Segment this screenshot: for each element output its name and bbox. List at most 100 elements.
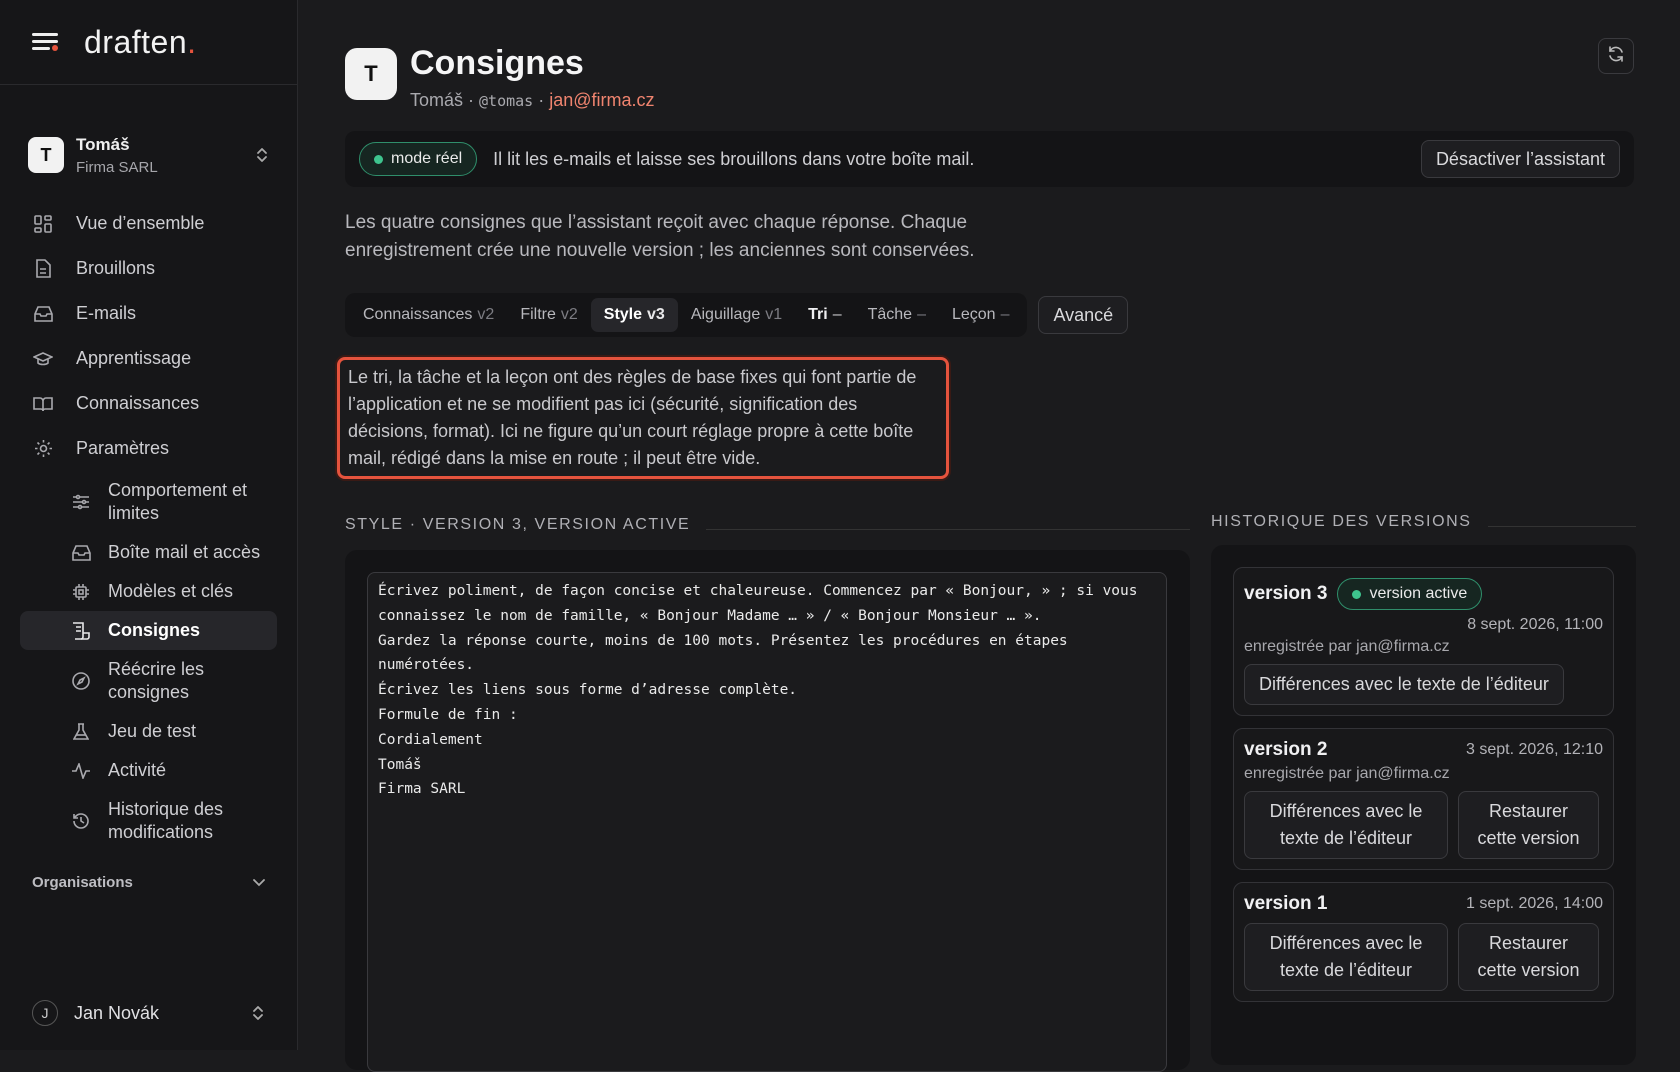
sidebar-item-label: Modèles et clés — [108, 581, 234, 601]
tab-version: v3 — [647, 306, 665, 323]
version-name: version 1 — [1244, 893, 1328, 914]
tab-version: v1 — [765, 306, 783, 323]
organisations-label: Organisations — [32, 874, 133, 891]
chip-icon — [70, 581, 92, 603]
page-description: Les quatre consignes que l’assistant reç… — [345, 212, 975, 261]
sidebar-item-settings[interactable]: Paramètres — [20, 426, 277, 471]
inbox-icon — [32, 303, 54, 325]
editor-heading: STYLE · VERSION 3, VERSION ACTIVE — [345, 516, 1190, 534]
sidebar-subitem-testset[interactable]: Jeu de test — [20, 712, 277, 751]
tab-sorting[interactable]: Tri – — [795, 298, 854, 332]
menu-icon[interactable] — [32, 31, 60, 53]
restore-button[interactable]: Restaurer cette version — [1458, 923, 1599, 991]
sidebar-item-label: Connaissances — [76, 393, 200, 413]
page-subtitle: Tomáš · @tomas · jan@firma.cz — [410, 90, 655, 111]
tab-label: Aiguillage — [690, 306, 761, 323]
refresh-button[interactable] — [1598, 38, 1634, 74]
header-name: Tomáš — [410, 90, 464, 110]
sidebar-subitem-rewrite[interactable]: Réécrire les consignes — [20, 650, 277, 712]
sidebar-item-emails[interactable]: E-mails — [20, 291, 277, 336]
compass-icon — [70, 670, 92, 692]
tab-label: Style — [603, 306, 643, 323]
sidebar-item-label: Boîte mail et accès — [108, 542, 261, 562]
sidebar-subitem-models[interactable]: Modèles et clés — [20, 572, 277, 611]
workspace-name: Tomáš — [76, 134, 130, 154]
sidebar-item-label: Brouillons — [76, 258, 156, 278]
badge-label: version active — [1369, 585, 1468, 602]
mode-banner: mode réel Il lit les e-mails et laisse s… — [345, 131, 1634, 187]
sidebar-subitem-activity[interactable]: Activité — [20, 751, 277, 790]
sidebar-subitem-mailbox[interactable]: Boîte mail et accès — [20, 533, 277, 572]
tab-routing[interactable]: Aiguillage v1 — [678, 298, 795, 332]
document-icon — [32, 258, 54, 280]
sidebar-item-label: Consignes — [108, 620, 201, 640]
tab-knowledge[interactable]: Connaissances v2 — [350, 298, 507, 332]
version-item: version 3 version active 8 sept. 2026, 1… — [1233, 567, 1614, 716]
version-date: 1 sept. 2026, 14:00 — [1466, 895, 1603, 912]
sidebar-item-knowledge[interactable]: Connaissances — [20, 381, 277, 426]
page-header: T Consignes Tomáš · @tomas · jan@firma.c… — [345, 44, 1680, 111]
disable-assistant-button[interactable]: Désactiver l’assistant — [1420, 140, 1620, 178]
tab-task[interactable]: Tâche – — [855, 298, 939, 332]
chevron-updown-icon — [251, 1004, 265, 1022]
refresh-icon — [1607, 45, 1625, 68]
tab-style[interactable]: Style v3 — [590, 298, 678, 332]
sidebar-item-label: Vue d’ensemble — [76, 213, 205, 233]
sidebar-item-label: Comportement et limites — [108, 480, 248, 523]
history-heading: HISTORIQUE DES VERSIONS — [1211, 513, 1636, 531]
instruction-editor[interactable]: Écrivez poliment, de façon concise et ch… — [367, 572, 1167, 1072]
diff-button[interactable]: Différences avec le texte de l’éditeur — [1244, 923, 1448, 991]
sidebar-subitem-behavior[interactable]: Comportement et limites — [20, 471, 277, 533]
diff-button[interactable]: Différences avec le texte de l’éditeur — [1244, 664, 1564, 705]
diff-button[interactable]: Différences avec le texte de l’éditeur — [1244, 791, 1448, 859]
chevron-down-icon — [253, 874, 265, 891]
scroll-text-icon — [70, 620, 92, 642]
sidebar-item-drafts[interactable]: Brouillons — [20, 246, 277, 291]
editor-card: Écrivez poliment, de façon concise et ch… — [345, 550, 1190, 1072]
restore-button[interactable]: Restaurer cette version — [1458, 791, 1599, 859]
history-icon — [70, 810, 92, 832]
tab-version: – — [917, 306, 926, 323]
user-name: Jan Novák — [74, 1002, 160, 1023]
version-history-card: version 3 version active 8 sept. 2026, 1… — [1211, 545, 1636, 1065]
divider — [706, 528, 1190, 530]
tab-filter[interactable]: Filtre v2 — [507, 298, 590, 332]
workspace-switcher[interactable]: T Tomáš Firma SARL — [0, 85, 297, 195]
sidebar: draften. T Tomáš Firma SARL Vue d’ensemb… — [0, 0, 298, 1050]
dashboard-icon — [32, 213, 54, 235]
advanced-button[interactable]: Avancé — [1038, 296, 1129, 334]
tab-label: Tri — [808, 306, 828, 323]
tab-version: v2 — [477, 306, 495, 323]
brand-bar: draften. — [0, 0, 297, 85]
sidebar-subitem-instructions[interactable]: Consignes — [20, 611, 277, 650]
tabs-row: Connaissances v2 Filtre v2 Style v3 Aiguill… — [345, 293, 1680, 337]
sidebar-item-label: Réécrire les consignes — [108, 659, 205, 702]
logo[interactable]: draften. — [84, 24, 197, 61]
page-avatar: T — [345, 48, 397, 100]
sidebar-nav: Vue d’ensemble Brouillons E-mails Appren… — [0, 201, 297, 852]
user-avatar: J — [32, 1000, 58, 1026]
sidebar-subitem-history[interactable]: Historique des modifications — [20, 790, 277, 852]
sidebar-item-overview[interactable]: Vue d’ensemble — [20, 201, 277, 246]
header-email-link[interactable]: jan@firma.cz — [549, 90, 654, 110]
workspace-avatar: T — [28, 137, 64, 173]
user-menu[interactable]: J Jan Novák — [32, 1000, 265, 1026]
version-date: 8 sept. 2026, 11:00 — [1467, 616, 1603, 633]
tab-label: Tâche — [867, 306, 913, 323]
tab-version: – — [1000, 306, 1010, 323]
tab-lesson[interactable]: Leçon – — [939, 298, 1023, 332]
history-heading-text: HISTORIQUE DES VERSIONS — [1211, 513, 1472, 530]
graduation-cap-icon — [32, 348, 54, 370]
version-author: enregistrée par jan@firma.cz — [1244, 638, 1450, 655]
version-item: version 1 1 sept. 2026, 14:00 Différence… — [1233, 882, 1614, 1002]
sliders-icon — [70, 491, 92, 513]
sidebar-item-label: Apprentissage — [76, 348, 192, 368]
mode-badge: mode réel — [359, 142, 478, 176]
organisations-toggle[interactable]: Organisations — [0, 874, 297, 891]
tab-label: Filtre — [520, 306, 556, 323]
version-name: version 3 — [1244, 583, 1328, 604]
sidebar-item-learning[interactable]: Apprentissage — [20, 336, 277, 381]
inbox-icon — [70, 542, 92, 564]
sidebar-item-label: Paramètres — [76, 438, 170, 458]
flask-icon — [70, 721, 92, 743]
